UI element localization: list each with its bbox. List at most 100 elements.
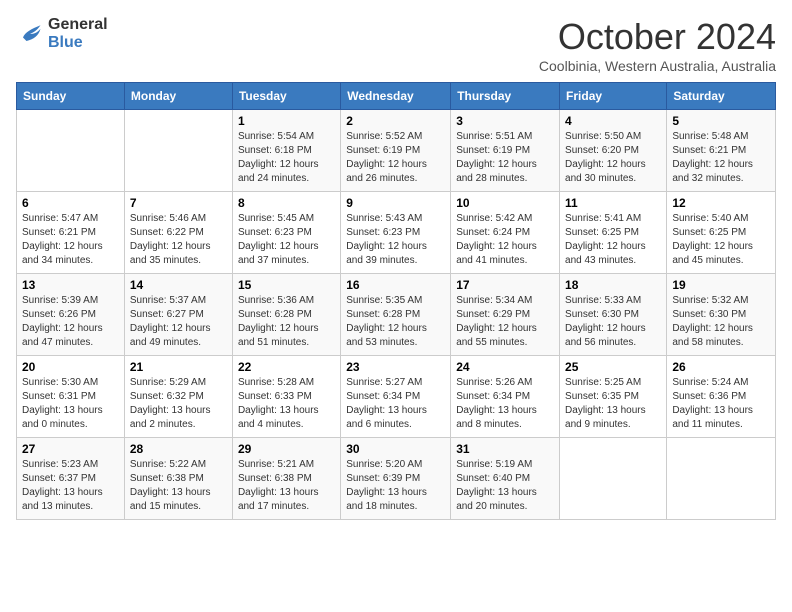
calendar-cell: 12Sunrise: 5:40 AM Sunset: 6:25 PM Dayli…	[667, 192, 776, 274]
day-number: 18	[565, 278, 661, 292]
day-info: Sunrise: 5:26 AM Sunset: 6:34 PM Dayligh…	[456, 376, 554, 432]
day-info: Sunrise: 5:30 AM Sunset: 6:31 PM Dayligh…	[22, 376, 119, 432]
column-header-monday: Monday	[124, 83, 232, 110]
calendar-cell: 10 Sunrise: 5:42 AM Sunset: 6:24 PM Dayli…	[451, 192, 560, 274]
day-number: 23	[346, 360, 445, 374]
calendar-cell: 15 Sunrise: 5:36 AM Sunset: 6:28 PM Dayli…	[232, 274, 340, 356]
day-info: Sunrise: 5:52 AM Sunset: 6:19 PM Dayligh…	[346, 130, 445, 186]
day-number: 22	[238, 360, 335, 374]
logo-bird-icon	[16, 20, 44, 48]
week-row-1: 1 Sunrise: 5:54 AM Sunset: 6:18 PM Daylig…	[17, 110, 776, 192]
day-number: 31	[456, 442, 554, 456]
day-info: Sunrise: 5:41 AM Sunset: 6:25 PM Dayligh…	[565, 212, 661, 268]
calendar-cell: 1 Sunrise: 5:54 AM Sunset: 6:18 PM Daylig…	[232, 110, 340, 192]
day-number: 30	[346, 442, 445, 456]
calendar-cell: 5Sunrise: 5:48 AM Sunset: 6:21 PM Daylig…	[667, 110, 776, 192]
calendar-cell: 25 Sunrise: 5:25 AM Sunset: 6:35 PM Dayli…	[560, 356, 667, 438]
day-info: Sunrise: 5:48 AM Sunset: 6:21 PM Dayligh…	[672, 130, 770, 186]
title-block: October 2024 Coolbinia, Western Australi…	[539, 16, 776, 74]
page-header: General Blue October 2024 Coolbinia, Wes…	[16, 16, 776, 74]
column-header-wednesday: Wednesday	[341, 83, 451, 110]
day-info: Sunrise: 5:36 AM Sunset: 6:28 PM Dayligh…	[238, 294, 335, 350]
day-info: Sunrise: 5:54 AM Sunset: 6:18 PM Dayligh…	[238, 130, 335, 186]
day-number: 3	[456, 114, 554, 128]
day-number: 24	[456, 360, 554, 374]
week-row-5: 27 Sunrise: 5:23 AM Sunset: 6:37 PM Dayli…	[17, 438, 776, 520]
calendar-cell: 23 Sunrise: 5:27 AM Sunset: 6:34 PM Dayli…	[341, 356, 451, 438]
calendar-cell: 13Sunrise: 5:39 AM Sunset: 6:26 PM Dayli…	[17, 274, 125, 356]
day-number: 6	[22, 196, 119, 210]
calendar-cell: 22 Sunrise: 5:28 AM Sunset: 6:33 PM Dayli…	[232, 356, 340, 438]
calendar-cell	[667, 438, 776, 520]
column-header-friday: Friday	[560, 83, 667, 110]
calendar-cell: 3Sunrise: 5:51 AM Sunset: 6:19 PM Daylig…	[451, 110, 560, 192]
calendar-cell: 19 Sunrise: 5:32 AM Sunset: 6:30 PM Dayli…	[667, 274, 776, 356]
calendar-table: SundayMondayTuesdayWednesdayThursdayFrid…	[16, 82, 776, 520]
day-number: 13	[22, 278, 119, 292]
column-header-tuesday: Tuesday	[232, 83, 340, 110]
day-info: Sunrise: 5:21 AM Sunset: 6:38 PM Dayligh…	[238, 458, 335, 514]
calendar-cell: 8 Sunrise: 5:45 AM Sunset: 6:23 PM Daylig…	[232, 192, 340, 274]
calendar-cell: 9 Sunrise: 5:43 AM Sunset: 6:23 PM Daylig…	[341, 192, 451, 274]
day-number: 20	[22, 360, 119, 374]
calendar-cell: 18Sunrise: 5:33 AM Sunset: 6:30 PM Dayli…	[560, 274, 667, 356]
column-header-thursday: Thursday	[451, 83, 560, 110]
day-number: 15	[238, 278, 335, 292]
calendar-cell: 20 Sunrise: 5:30 AM Sunset: 6:31 PM Dayli…	[17, 356, 125, 438]
day-info: Sunrise: 5:28 AM Sunset: 6:33 PM Dayligh…	[238, 376, 335, 432]
day-info: Sunrise: 5:42 AM Sunset: 6:24 PM Dayligh…	[456, 212, 554, 268]
day-info: Sunrise: 5:50 AM Sunset: 6:20 PM Dayligh…	[565, 130, 661, 186]
calendar-cell: 2 Sunrise: 5:52 AM Sunset: 6:19 PM Daylig…	[341, 110, 451, 192]
day-info: Sunrise: 5:22 AM Sunset: 6:38 PM Dayligh…	[130, 458, 227, 514]
column-header-sunday: Sunday	[17, 83, 125, 110]
day-info: Sunrise: 5:45 AM Sunset: 6:23 PM Dayligh…	[238, 212, 335, 268]
day-number: 7	[130, 196, 227, 210]
day-number: 9	[346, 196, 445, 210]
day-info: Sunrise: 5:23 AM Sunset: 6:37 PM Dayligh…	[22, 458, 119, 514]
day-number: 14	[130, 278, 227, 292]
day-info: Sunrise: 5:29 AM Sunset: 6:32 PM Dayligh…	[130, 376, 227, 432]
day-number: 25	[565, 360, 661, 374]
day-number: 21	[130, 360, 227, 374]
month-title: October 2024	[539, 16, 776, 58]
calendar-cell: 28 Sunrise: 5:22 AM Sunset: 6:38 PM Dayli…	[124, 438, 232, 520]
logo-general-text: General	[48, 16, 108, 34]
week-row-2: 6Sunrise: 5:47 AM Sunset: 6:21 PM Daylig…	[17, 192, 776, 274]
day-number: 19	[672, 278, 770, 292]
logo: General Blue	[16, 16, 108, 51]
calendar-cell: 16Sunrise: 5:35 AM Sunset: 6:28 PM Dayli…	[341, 274, 451, 356]
calendar-cell: 6Sunrise: 5:47 AM Sunset: 6:21 PM Daylig…	[17, 192, 125, 274]
day-number: 4	[565, 114, 661, 128]
column-header-saturday: Saturday	[667, 83, 776, 110]
calendar-cell: 21 Sunrise: 5:29 AM Sunset: 6:32 PM Dayli…	[124, 356, 232, 438]
calendar-cell: 30Sunrise: 5:20 AM Sunset: 6:39 PM Dayli…	[341, 438, 451, 520]
day-info: Sunrise: 5:43 AM Sunset: 6:23 PM Dayligh…	[346, 212, 445, 268]
calendar-cell: 24 Sunrise: 5:26 AM Sunset: 6:34 PM Dayli…	[451, 356, 560, 438]
calendar-cell: 7Sunrise: 5:46 AM Sunset: 6:22 PM Daylig…	[124, 192, 232, 274]
day-number: 12	[672, 196, 770, 210]
day-number: 27	[22, 442, 119, 456]
calendar-cell	[124, 110, 232, 192]
calendar-cell: 4 Sunrise: 5:50 AM Sunset: 6:20 PM Daylig…	[560, 110, 667, 192]
day-number: 8	[238, 196, 335, 210]
calendar-cell: 29 Sunrise: 5:21 AM Sunset: 6:38 PM Dayli…	[232, 438, 340, 520]
calendar-cell: 11 Sunrise: 5:41 AM Sunset: 6:25 PM Dayli…	[560, 192, 667, 274]
day-info: Sunrise: 5:25 AM Sunset: 6:35 PM Dayligh…	[565, 376, 661, 432]
day-number: 29	[238, 442, 335, 456]
day-number: 1	[238, 114, 335, 128]
day-info: Sunrise: 5:32 AM Sunset: 6:30 PM Dayligh…	[672, 294, 770, 350]
day-number: 26	[672, 360, 770, 374]
day-info: Sunrise: 5:27 AM Sunset: 6:34 PM Dayligh…	[346, 376, 445, 432]
day-number: 28	[130, 442, 227, 456]
calendar-cell: 31 Sunrise: 5:19 AM Sunset: 6:40 PM Dayli…	[451, 438, 560, 520]
column-header-row: SundayMondayTuesdayWednesdayThursdayFrid…	[17, 83, 776, 110]
day-number: 11	[565, 196, 661, 210]
week-row-4: 20 Sunrise: 5:30 AM Sunset: 6:31 PM Dayli…	[17, 356, 776, 438]
day-number: 10	[456, 196, 554, 210]
day-info: Sunrise: 5:35 AM Sunset: 6:28 PM Dayligh…	[346, 294, 445, 350]
calendar-cell: 17Sunrise: 5:34 AM Sunset: 6:29 PM Dayli…	[451, 274, 560, 356]
day-number: 2	[346, 114, 445, 128]
day-info: Sunrise: 5:19 AM Sunset: 6:40 PM Dayligh…	[456, 458, 554, 514]
logo-blue-text: Blue	[48, 34, 108, 52]
calendar-cell	[560, 438, 667, 520]
